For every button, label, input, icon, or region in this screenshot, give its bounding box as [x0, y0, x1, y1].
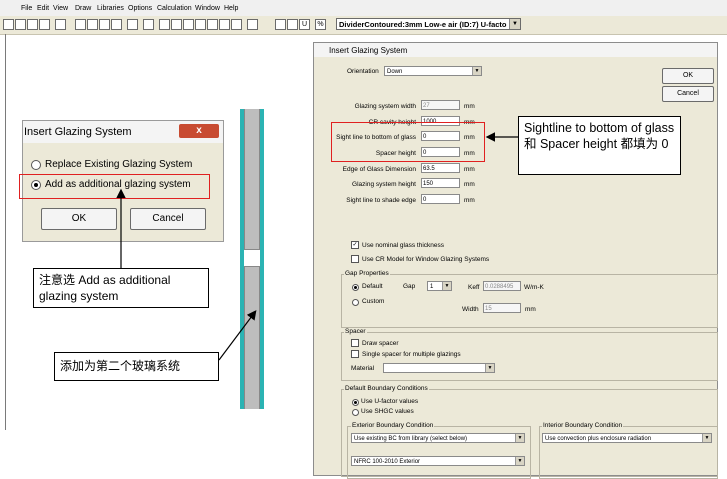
annotation-arrows: [116, 132, 518, 361]
arrow-to-glazing-strip: [218, 310, 257, 361]
